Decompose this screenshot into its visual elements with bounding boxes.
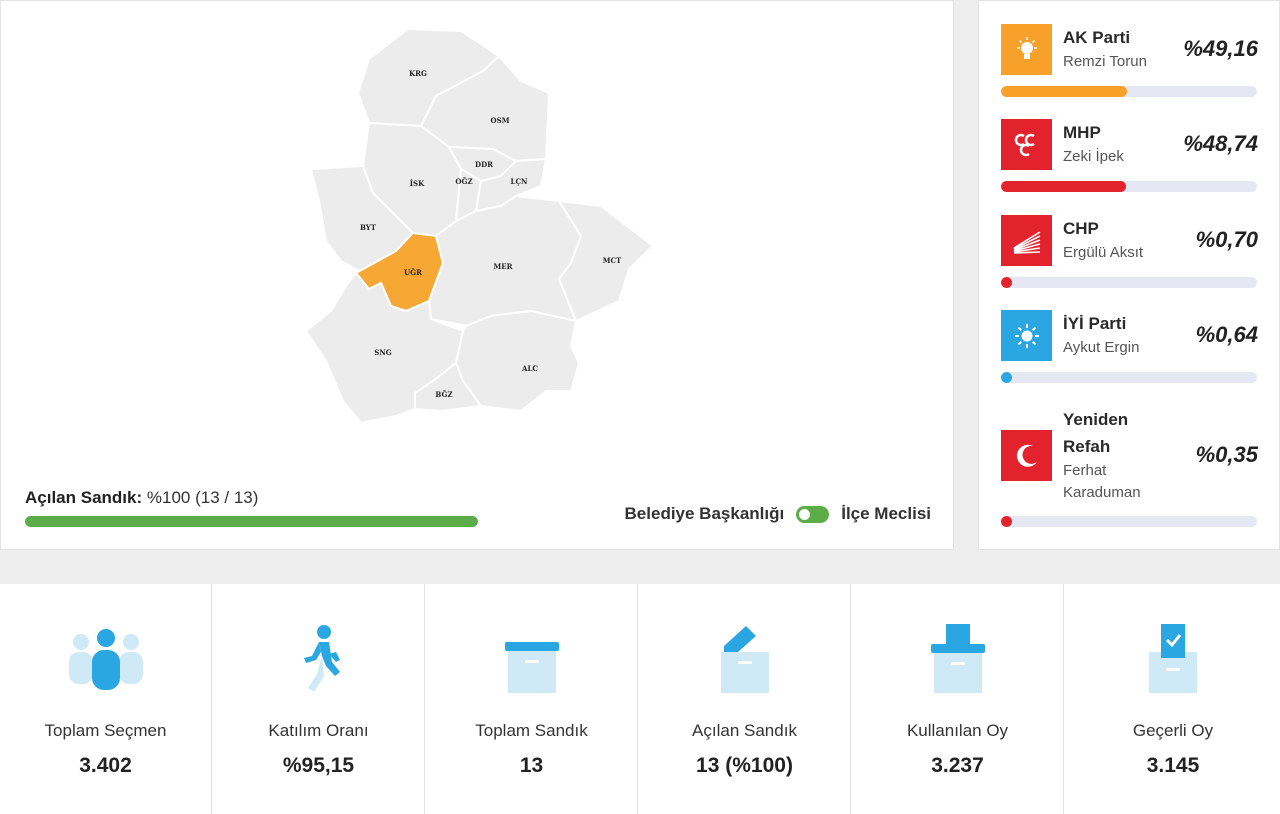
stat-label: Kullanılan Oy	[906, 721, 1009, 740]
district-label: KRG	[409, 69, 427, 78]
ballot-status-value: %100 (13 / 13)	[146, 488, 259, 507]
party-vote-bar	[1001, 86, 1257, 97]
party-name-line1: Yeniden	[1063, 410, 1129, 429]
party-result-row[interactable]: AK Parti Remzi Torun %49,16	[1001, 24, 1258, 99]
party-result-row[interactable]: CHP Ergülü Aksıt %0,70	[1001, 215, 1258, 290]
party-name: AK Parti	[1063, 28, 1131, 47]
district-label: UĞR	[404, 268, 422, 277]
walking-person-icon	[303, 625, 340, 692]
stat-value: 13 (%100)	[696, 754, 793, 777]
ballot-status-label: Açılan Sandık:	[25, 488, 143, 507]
stat-value: 3.237	[931, 754, 984, 777]
stat-card-turnout: Katılım Oranı %95,15	[213, 584, 425, 814]
stat-card-opened-ballot-boxes: Açılan Sandık 13 (%100)	[639, 584, 851, 814]
party-result-row[interactable]: Yeniden Refah Ferhat Karaduman %0,35	[1001, 406, 1258, 531]
district-label: LÇN	[511, 177, 528, 186]
district-label: MCT	[603, 256, 622, 265]
party-result-row[interactable]: İYİ Parti Aykut Ergin %0,64	[1001, 310, 1258, 385]
toggle-knob	[799, 508, 811, 520]
party-percentage: %49,16	[1183, 36, 1258, 61]
stat-label: Geçerli Oy	[1132, 721, 1214, 740]
ballot-progress-fill	[25, 516, 478, 527]
people-icon	[68, 629, 143, 690]
candidate-name-line2: Karaduman	[1063, 484, 1141, 501]
district-label: DDR	[475, 160, 493, 169]
party-percentage: %0,64	[1195, 322, 1258, 347]
stat-value: 3.402	[79, 754, 132, 777]
party-vote-bar	[1001, 277, 1257, 288]
ballot-status: Açılan Sandık: %100 (13 / 13)	[25, 488, 258, 508]
district-map: KRG OSM DDR İSK OĞZ LÇN BYT UĞR MER MCT SNG ALC BĞZ	[304, 27, 655, 425]
candidate-name: Zeki İpek	[1063, 148, 1124, 165]
toggle-label-council[interactable]: İlçe Meclisi	[841, 504, 931, 524]
candidate-name: Remzi Torun	[1063, 53, 1147, 70]
district-label: İSK	[410, 179, 425, 188]
district-label: ALC	[521, 364, 538, 373]
checked-ballot-icon	[1149, 624, 1197, 693]
party-vote-bar	[1001, 181, 1257, 192]
district-label: OSM	[491, 116, 510, 125]
stat-card-votes-cast: Kullanılan Oy 3.237	[852, 584, 1064, 814]
map-panel: KRG OSM DDR İSK OĞZ LÇN BYT UĞR MER MCT SNG ALC BĞZ …	[0, 0, 954, 550]
lightbulb-icon	[1001, 24, 1052, 75]
party-name: MHP	[1063, 123, 1101, 142]
party-percentage: %0,35	[1195, 442, 1258, 467]
stat-value: 13	[519, 754, 544, 777]
party-vote-bar-fill	[1001, 181, 1126, 192]
candidate-name-line1: Ferhat	[1063, 462, 1107, 479]
stat-card-total-ballot-boxes: Toplam Sandık 13	[426, 584, 638, 814]
stat-value: %95,15	[282, 754, 355, 777]
party-name: CHP	[1063, 219, 1099, 238]
district-label: BYT	[360, 223, 377, 232]
party-result-row[interactable]: MHP Zeki İpek %48,74	[1001, 119, 1258, 194]
stat-card-valid-votes: Geçerli Oy 3.145	[1066, 584, 1280, 814]
election-type-toggle[interactable]	[796, 505, 830, 523]
ballot-progress-bar	[25, 516, 478, 527]
stat-label: Açılan Sandık	[692, 721, 797, 740]
toggle-label-mayor[interactable]: Belediye Başkanlığı	[625, 504, 785, 524]
candidate-name: Aykut Ergin	[1063, 339, 1140, 356]
district-label: BĞZ	[435, 390, 452, 399]
party-vote-bar	[1001, 516, 1257, 527]
party-percentage: %0,70	[1195, 227, 1258, 252]
party-vote-bar	[1001, 372, 1257, 383]
three-crescents-icon	[1001, 119, 1052, 170]
party-vote-bar-fill	[1001, 516, 1012, 527]
stats-bar: Toplam Seçmen 3.402 Katılım Oranı %95,15…	[0, 584, 1280, 814]
stat-label: Toplam Sandık	[475, 721, 588, 740]
six-arrows-icon	[1001, 215, 1052, 266]
results-panel: AK Parti Remzi Torun %49,16 MHP Zeki İpe…	[978, 0, 1280, 550]
candidate-name: Ergülü Aksıt	[1063, 244, 1144, 261]
stat-value: 3.145	[1146, 754, 1200, 777]
election-type-toggle-row: Belediye Başkanlığı İlçe Meclisi	[625, 504, 931, 524]
party-name-line2: Refah	[1063, 437, 1111, 456]
party-vote-bar-fill	[1001, 372, 1012, 383]
box-icon	[504, 642, 559, 693]
party-percentage: %48,74	[1183, 131, 1258, 156]
party-vote-bar-fill	[1001, 277, 1012, 288]
district-label: MER	[494, 262, 513, 271]
party-name: İYİ Parti	[1063, 314, 1127, 333]
stat-label: Toplam Seçmen	[44, 721, 167, 740]
crescent-icon	[1001, 430, 1052, 481]
stat-card-total-voters: Toplam Seçmen 3.402	[0, 584, 212, 814]
ballot-box-icon	[930, 624, 985, 693]
district-label: SNG	[374, 348, 391, 357]
district-label: OĞZ	[455, 177, 472, 186]
party-vote-bar-fill	[1001, 86, 1127, 97]
sun-icon	[1001, 310, 1052, 361]
stat-label: Katılım Oranı	[268, 721, 369, 740]
open-box-icon	[720, 626, 769, 693]
